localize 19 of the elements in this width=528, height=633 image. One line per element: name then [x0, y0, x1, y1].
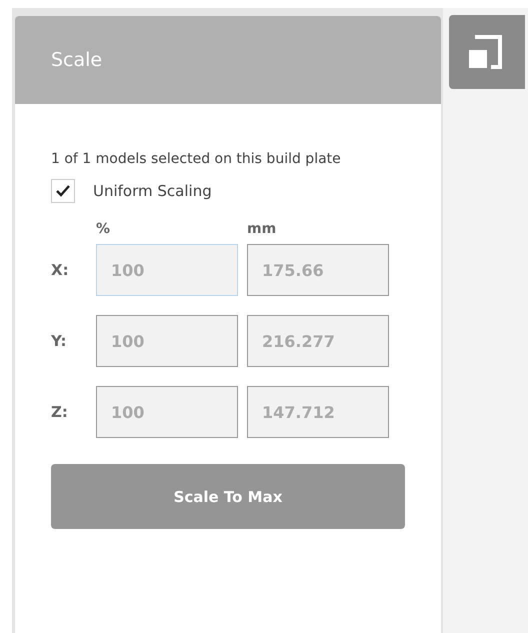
selection-info: 1 of 1 models selected on this build plate [51, 150, 342, 169]
uniform-scaling-checkbox[interactable] [51, 179, 75, 203]
mm-field[interactable]: 175.66 [247, 244, 389, 296]
mm-field[interactable]: 216.277 [247, 315, 389, 367]
percent-field[interactable]: 100 [96, 244, 238, 296]
axis-label: Z: [51, 403, 69, 421]
axis-label: Y: [51, 332, 68, 350]
percent-field[interactable]: 100 [96, 315, 238, 367]
check-icon [56, 185, 70, 197]
panel-title: Scale [51, 49, 102, 71]
column-heading: % [96, 221, 112, 237]
scale-to-max-button[interactable]: Scale To Max [51, 464, 405, 529]
percent-field[interactable]: 100 [96, 386, 238, 438]
resize-icon [467, 34, 503, 70]
mm-field[interactable]: 147.712 [247, 386, 389, 438]
column-heading: mm [247, 221, 278, 237]
uniform-scaling-label: Uniform Scaling [93, 182, 212, 200]
collapse-button[interactable] [449, 15, 525, 89]
axis-label: X: [51, 261, 70, 279]
